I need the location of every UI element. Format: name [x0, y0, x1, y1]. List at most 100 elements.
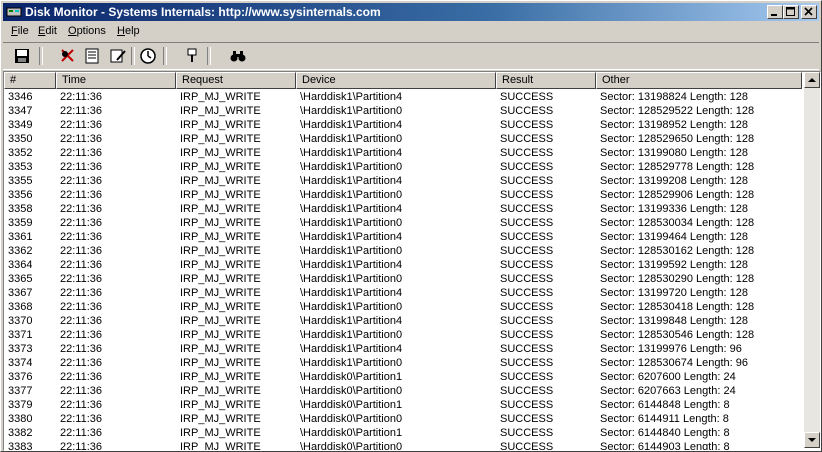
filter-icon	[187, 48, 197, 62]
save-button[interactable]	[11, 46, 33, 66]
table-row[interactable]: 3380 22:11:36 IRP_MJ_WRITE \Harddisk0\Parti…	[4, 412, 802, 426]
cell-number: 3356	[8, 189, 33, 201]
menu-options[interactable]: Options	[68, 25, 106, 37]
table-row[interactable]: 3379 22:11:36 IRP_MJ_WRITE \Harddisk0\Parti…	[4, 398, 802, 412]
clear-button[interactable]	[107, 46, 129, 66]
table-row[interactable]: 3377 22:11:36 IRP_MJ_WRITE \Harddisk0\Parti…	[4, 384, 802, 398]
cell-time: 22:11:36	[60, 427, 103, 439]
close-button[interactable]	[801, 5, 817, 19]
time-button[interactable]	[137, 46, 159, 66]
column-header-other[interactable]: Other	[596, 72, 802, 89]
table-row[interactable]: 3349 22:11:36 IRP_MJ_WRITE \Harddisk1\Parti…	[4, 118, 802, 132]
title-bar[interactable]: Disk Monitor - Systems Internals: http:/…	[3, 3, 819, 21]
cell-number: 3353	[8, 161, 33, 173]
minimize-button[interactable]	[767, 5, 783, 19]
cell-device: \Harddisk1\Partition0	[300, 357, 403, 369]
cell-time: 22:11:36	[60, 217, 103, 229]
vertical-scrollbar[interactable]	[804, 72, 820, 448]
cell-result: SUCCESS	[500, 231, 554, 243]
find-button[interactable]	[227, 46, 249, 66]
cell-number: 3371	[8, 329, 33, 341]
cell-other: Sector: 13198824 Length: 128	[600, 91, 749, 103]
cell-other: Sector: 13199336 Length: 128	[600, 203, 749, 215]
cell-other: Sector: 128530546 Length: 128	[600, 329, 755, 341]
cell-other: Sector: 128530674 Length: 96	[600, 357, 749, 369]
cell-request: IRP_MJ_WRITE	[180, 413, 261, 425]
cell-time: 22:11:36	[60, 147, 103, 159]
cell-other: Sector: 6144840 Length: 8	[600, 427, 730, 439]
table-row[interactable]: 3346 22:11:36 IRP_MJ_WRITE \Harddisk1\Parti…	[4, 90, 802, 104]
capture-button[interactable]	[57, 46, 79, 66]
table-row[interactable]: 3358 22:11:36 IRP_MJ_WRITE \Harddisk1\Parti…	[4, 202, 802, 216]
cell-number: 3368	[8, 301, 33, 313]
scroll-up-button[interactable]	[804, 72, 820, 88]
cell-number: 3382	[8, 427, 33, 439]
cell-result: SUCCESS	[500, 413, 554, 425]
table-row[interactable]: 3352 22:11:36 IRP_MJ_WRITE \Harddisk1\Parti…	[4, 146, 802, 160]
column-header-device[interactable]: Device	[296, 72, 496, 89]
menu-file-accel: F	[11, 25, 18, 37]
table-row[interactable]: 3353 22:11:36 IRP_MJ_WRITE \Harddisk1\Parti…	[4, 160, 802, 174]
table-row[interactable]: 3362 22:11:36 IRP_MJ_WRITE \Harddisk1\Parti…	[4, 244, 802, 258]
cell-time: 22:11:36	[60, 189, 103, 201]
table-row[interactable]: 3382 22:11:36 IRP_MJ_WRITE \Harddisk0\Parti…	[4, 426, 802, 440]
event-list[interactable]: # Time Request Device Result Other 3346 2…	[3, 71, 821, 451]
menu-edit[interactable]: Edit	[38, 25, 57, 37]
table-row[interactable]: 3367 22:11:36 IRP_MJ_WRITE \Harddisk1\Parti…	[4, 286, 802, 300]
column-header-request[interactable]: Request	[176, 72, 296, 89]
table-row[interactable]: 3374 22:11:36 IRP_MJ_WRITE \Harddisk1\Parti…	[4, 356, 802, 370]
cell-result: SUCCESS	[500, 273, 554, 285]
cell-time: 22:11:36	[60, 357, 103, 369]
cell-time: 22:11:36	[60, 231, 103, 243]
cell-result: SUCCESS	[500, 245, 554, 257]
maximize-button[interactable]	[783, 5, 799, 19]
cell-number: 3349	[8, 119, 33, 131]
cell-device: \Harddisk1\Partition0	[300, 105, 403, 117]
cell-request: IRP_MJ_WRITE	[180, 147, 261, 159]
table-row[interactable]: 3373 22:11:36 IRP_MJ_WRITE \Harddisk1\Parti…	[4, 342, 802, 356]
table-row[interactable]: 3359 22:11:36 IRP_MJ_WRITE \Harddisk1\Parti…	[4, 216, 802, 230]
table-row[interactable]: 3368 22:11:36 IRP_MJ_WRITE \Harddisk1\Parti…	[4, 300, 802, 314]
table-row[interactable]: 3355 22:11:36 IRP_MJ_WRITE \Harddisk1\Parti…	[4, 174, 802, 188]
cell-time: 22:11:36	[60, 301, 103, 313]
table-row[interactable]: 3347 22:11:36 IRP_MJ_WRITE \Harddisk1\Parti…	[4, 104, 802, 118]
cell-result: SUCCESS	[500, 329, 554, 341]
filter-button[interactable]	[181, 46, 203, 66]
column-header-time[interactable]: Time	[56, 72, 176, 89]
column-header-result[interactable]: Result	[496, 72, 596, 89]
clock-icon	[140, 48, 156, 64]
cell-result: SUCCESS	[500, 91, 554, 103]
cell-other: Sector: 128530162 Length: 128	[600, 245, 755, 257]
table-row[interactable]: 3356 22:11:36 IRP_MJ_WRITE \Harddisk1\Parti…	[4, 188, 802, 202]
cell-request: IRP_MJ_WRITE	[180, 301, 261, 313]
menu-help[interactable]: Help	[117, 25, 140, 37]
column-header-number[interactable]: #	[4, 72, 56, 89]
table-row[interactable]: 3350 22:11:36 IRP_MJ_WRITE \Harddisk1\Parti…	[4, 132, 802, 146]
cell-other: Sector: 6144911 Length: 8	[600, 413, 729, 425]
cell-result: SUCCESS	[500, 259, 554, 271]
cell-other: Sector: 6144848 Length: 8	[600, 399, 730, 411]
capture-icon	[61, 49, 74, 62]
cell-other: Sector: 128530290 Length: 128	[600, 273, 755, 285]
table-row[interactable]: 3383 22:11:36 IRP_MJ_WRITE \Harddisk0\Parti…	[4, 440, 802, 450]
arrow-down-icon	[808, 438, 816, 442]
cell-request: IRP_MJ_WRITE	[180, 427, 261, 439]
table-row[interactable]: 3365 22:11:36 IRP_MJ_WRITE \Harddisk1\Parti…	[4, 272, 802, 286]
table-row[interactable]: 3361 22:11:36 IRP_MJ_WRITE \Harddisk1\Parti…	[4, 230, 802, 244]
cell-request: IRP_MJ_WRITE	[180, 105, 261, 117]
cell-number: 3380	[8, 413, 33, 425]
table-row[interactable]: 3364 22:11:36 IRP_MJ_WRITE \Harddisk1\Parti…	[4, 258, 802, 272]
table-row[interactable]: 3370 22:11:36 IRP_MJ_WRITE \Harddisk1\Parti…	[4, 314, 802, 328]
cell-number: 3379	[8, 399, 33, 411]
autoscroll-button[interactable]	[81, 46, 103, 66]
cell-number: 3370	[8, 315, 33, 327]
cell-number: 3361	[8, 231, 33, 243]
table-row[interactable]: 3376 22:11:36 IRP_MJ_WRITE \Harddisk0\Parti…	[4, 370, 802, 384]
cell-other: Sector: 128529906 Length: 128	[600, 189, 755, 201]
menu-file[interactable]: File	[11, 25, 29, 37]
cell-result: SUCCESS	[500, 161, 554, 173]
table-row[interactable]: 3371 22:11:36 IRP_MJ_WRITE \Harddisk1\Parti…	[4, 328, 802, 342]
scroll-down-button[interactable]	[804, 432, 820, 448]
cell-other: Sector: 128530034 Length: 128	[600, 217, 755, 229]
cell-result: SUCCESS	[500, 427, 554, 439]
